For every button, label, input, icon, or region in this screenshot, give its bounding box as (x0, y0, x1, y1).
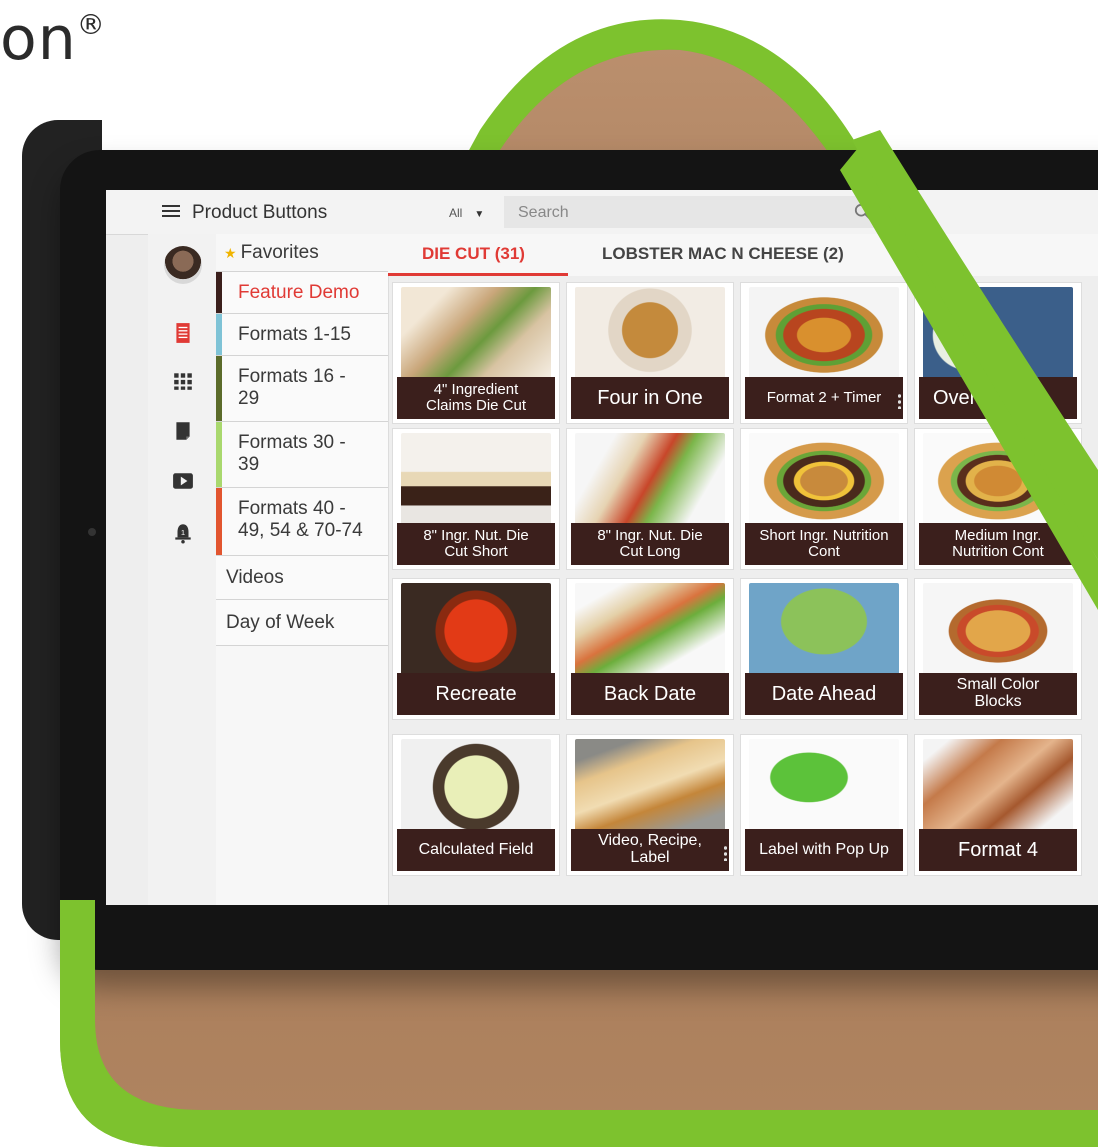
green-frame-overlay (60, 130, 1098, 1147)
